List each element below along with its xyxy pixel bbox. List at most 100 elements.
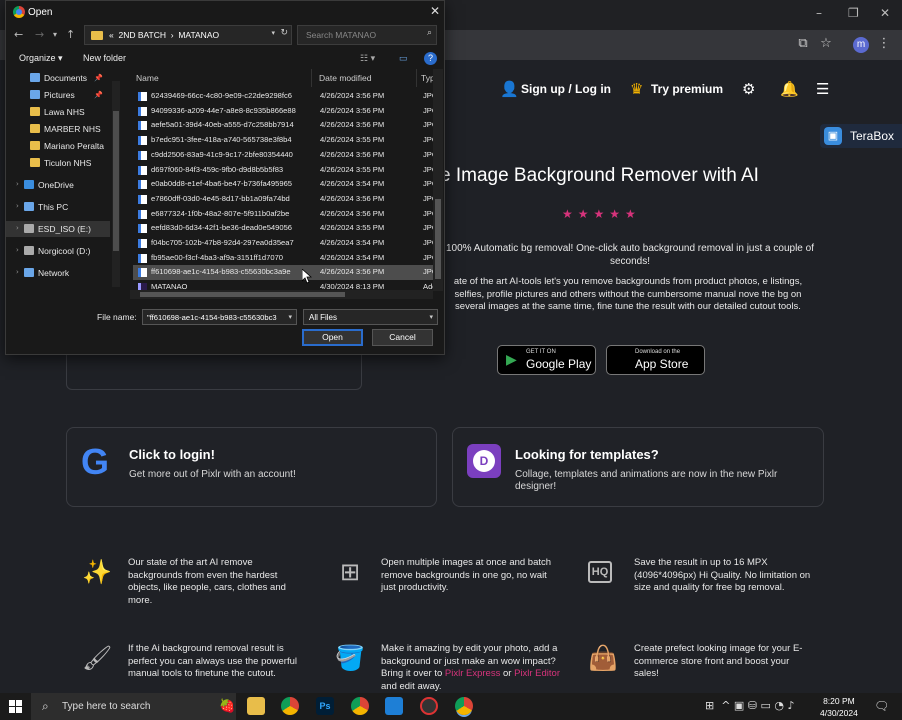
file-name-value[interactable]: "ff610698-ae1c-4154-b983-c55630bc3 [147,313,283,322]
file-date-cell: 4/26/2024 3:55 PM [320,164,385,174]
file-row[interactable]: 62439469-66cc-4c80-9e09-c22de9298fc6 4/26… [133,89,441,104]
file-row[interactable]: b7edc951-3fee-418a-a740-565738e3f8b4 4/26… [133,133,441,148]
file-row[interactable]: d697f060-84f3-459c-9fb0-d9d8b5b5f83 4/26/… [133,163,441,178]
file-list-hscrollbar[interactable] [130,290,433,299]
file-row[interactable]: aefe5a01-39d4-40eb-a555-d7c258bb7914 4/26… [133,118,441,133]
chrome-profile-icon[interactable] [351,697,369,715]
nav-scrollbar[interactable] [112,81,120,287]
address-dropdown-icon[interactable]: ▾ [271,29,275,37]
preview-pane-icon[interactable]: ▭ [399,53,408,64]
file-row[interactable]: fb95ae00-f3cf-4ba3-af9a-3151ff1d7070 4/26… [133,251,441,266]
onedrive-cloud-icon [24,180,34,189]
terabox-badge[interactable]: ▣ TeraBox [820,124,902,148]
photoshop-icon[interactable]: Ps [316,697,334,715]
column-separator [416,69,417,87]
pixlr-editor-link[interactable]: Pixlr Editor [514,668,560,679]
expand-chevron-icon[interactable]: › [16,268,19,276]
breadcrumb-matanao[interactable]: MATANAO [178,30,219,40]
breadcrumb-overflow[interactable]: « [109,30,114,40]
vscrollbar-thumb[interactable] [435,199,441,279]
bookmark-star-icon[interactable]: ☆ [818,36,834,52]
taskbar-search-input[interactable]: Type here to search [62,701,150,712]
google-play-small-text: GET IT ON [526,349,556,355]
feature-batch: Open multiple images at once and batch r… [381,557,552,593]
file-row[interactable]: 94099336-a209-44e7-a8e8-8c935b866e88 4/26… [133,104,441,119]
feature-manual-tools: If the Ai background removal result is p… [128,643,297,679]
back-arrow-icon[interactable]: ← [14,28,23,41]
install-app-icon[interactable]: ⧉ [795,36,811,52]
expand-chevron-icon[interactable]: › [16,202,19,210]
file-date-cell: 4/26/2024 3:54 PM [320,252,385,262]
jpg-file-icon [138,253,147,263]
file-row[interactable]: f04bc705-102b-47b8-92d4-297ea0d35ea7 4/26… [133,236,441,251]
forward-arrow-icon[interactable]: → [35,28,44,41]
google-play-label: Google Play [526,357,592,371]
nav-scrollbar-thumb[interactable] [113,111,119,251]
file-type-select[interactable]: All Files ▾ [303,309,438,325]
hscrollbar-thumb[interactable] [140,292,345,297]
column-header-date[interactable]: Date modified [319,73,371,83]
search-input[interactable]: Search MATANAO [306,30,376,40]
cancel-button[interactable]: Cancel [372,329,433,346]
app-red-circle-icon[interactable] [420,697,438,715]
help-icon[interactable]: ? [424,52,437,65]
app-blue-icon[interactable] [385,697,403,715]
file-name-field[interactable]: "ff610698-ae1c-4154-b983-c55630bc3 ▾ [142,309,297,325]
tray-icons[interactable]: ⊞ ^ ▣ ⛁ ▭ ◔ ♪ [705,699,795,712]
nav-item-label: Documents [44,73,87,83]
file-type-dropdown-icon[interactable]: ▾ [429,313,433,321]
address-bar[interactable]: « 2ND BATCH › MATANAO ▾ ↻ [84,25,292,45]
notifications-icon[interactable]: 🗨 [874,699,889,713]
google-play-button[interactable]: ▶ GET IT ON Google Play [497,345,596,375]
breadcrumb: « 2ND BATCH › MATANAO [109,30,219,40]
hero-title: e Image Background Remover with AI [440,165,759,186]
file-date-cell: 4/26/2024 3:54 PM [320,179,385,189]
file-row[interactable]: c9dd2506-83a9-41c9-9c17-2bfe80354440 4/26… [133,148,441,163]
login-card[interactable]: G Click to login! Get more out of Pixlr … [66,427,437,507]
signup-login-link[interactable]: Sign up / Log in [521,82,611,96]
up-folder-arrow-icon[interactable]: ↑ [66,28,75,41]
minimize-button[interactable]: – [816,6,822,20]
file-row[interactable]: e6877324-1f0b-48a2-807e-5f911b0af2be 4/26… [133,207,441,222]
file-row[interactable]: e7860dff-03d0-4e45-8d17-bb1a09fa74bd 4/26… [133,192,441,207]
windows-start-icon[interactable] [9,700,22,713]
hamburger-menu-icon[interactable]: ☰ [816,80,829,98]
expand-chevron-icon[interactable]: › [16,180,19,188]
maximize-button[interactable]: ❐ [848,6,859,20]
file-date-cell: 4/26/2024 3:56 PM [320,193,385,203]
dialog-close-icon[interactable]: ✕ [430,4,440,18]
file-row[interactable]: ff610698-ae1c-4154-b983-c55630bc3a9e 4/26… [133,265,441,281]
folder-icon [30,124,40,133]
breadcrumb-2nd-batch[interactable]: 2ND BATCH [118,30,166,40]
app-store-button[interactable]: Download on the App Store [606,345,705,375]
taskbar-search-box[interactable]: ⌕ Type here to search 🍓 [31,693,236,720]
recent-locations-icon[interactable]: ▾ [53,30,57,39]
file-list-vscrollbar[interactable] [433,69,443,291]
taskbar-clock[interactable]: 8:20 PM 4/30/2024 [820,695,858,719]
search-box[interactable]: Search MATANAO ⌕ [297,25,437,45]
expand-chevron-icon[interactable]: › [16,224,19,232]
notification-bell-icon[interactable]: 🔔 [780,80,799,98]
templates-card[interactable]: D Looking for templates? Collage, templa… [452,427,824,507]
file-name-cell: fb95ae00-f3cf-4ba3-af9a-3151ff1d7070 [151,252,284,262]
organize-button[interactable]: Organize ▾ [19,53,63,64]
profile-avatar[interactable]: m [853,37,869,53]
expand-chevron-icon[interactable]: › [16,246,19,254]
close-window-button[interactable]: ✕ [880,6,890,20]
file-name-cell: eefd83d0-6d34-42f1-be36-dead0e549056 [151,223,293,233]
browser-menu-icon[interactable]: ⋮ [876,36,892,52]
pixlr-express-link[interactable]: Pixlr Express [445,668,500,679]
column-header-name[interactable]: Name [136,73,159,83]
file-row[interactable]: e0ab0dd8-e1ef-4ba6-be47-b736fa495965 4/26… [133,177,441,192]
file-row[interactable]: eefd83d0-6d34-42f1-be36-dead0e549056 4/26… [133,221,441,236]
open-button[interactable]: Open [302,329,363,346]
try-premium-link[interactable]: Try premium [651,82,723,96]
chrome-taskbar-icon[interactable] [281,697,299,715]
chrome-active-icon[interactable] [455,697,473,715]
file-explorer-icon[interactable] [247,697,265,715]
view-options-icon[interactable]: ☷ ▾ [360,53,375,64]
new-folder-button[interactable]: New folder [83,53,126,63]
file-name-dropdown-icon[interactable]: ▾ [288,313,292,321]
refresh-icon[interactable]: ↻ [280,28,288,38]
settings-gear-icon[interactable]: ⚙ [742,80,755,98]
